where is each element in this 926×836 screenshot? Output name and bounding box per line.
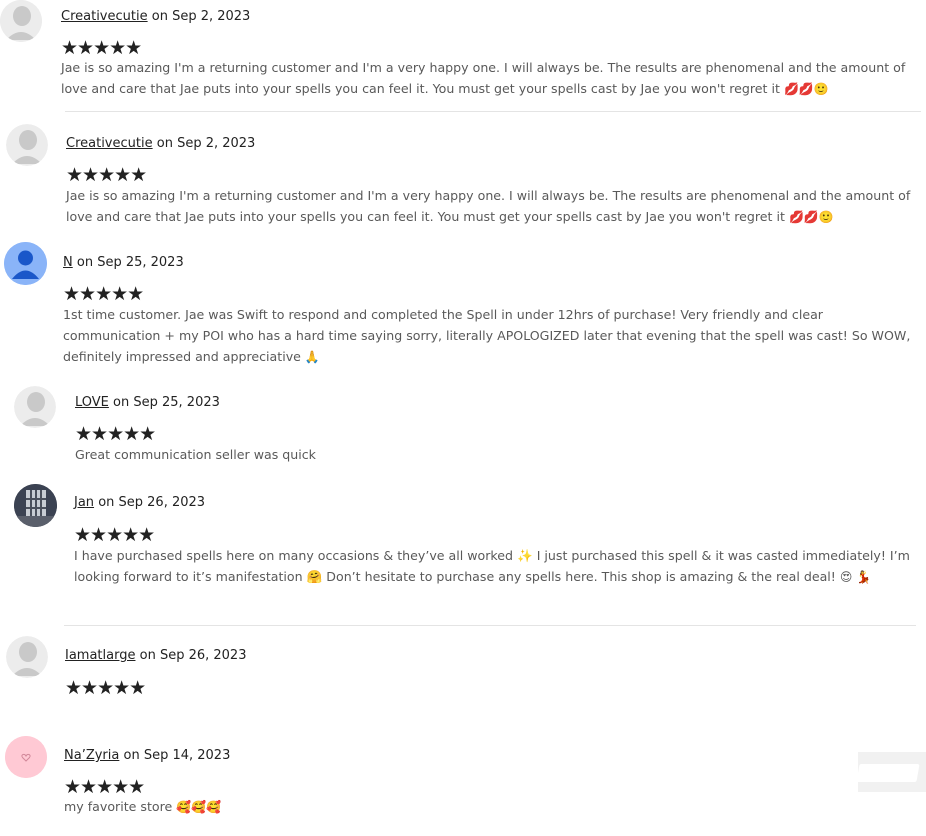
review-body: Jae is so amazing I'm a returning custom… (66, 188, 911, 224)
avatar[interactable] (4, 242, 47, 285)
review-item: Jan on Sep 26, 2023 ★★★★★ I have purchas… (0, 484, 926, 626)
review-item: LOVE on Sep 25, 2023 ★★★★★ Great communi… (0, 386, 926, 466)
review-text: I have purchased spells here on many occ… (74, 545, 916, 588)
photo-avatar-icon (14, 484, 57, 527)
reviewer-name-link[interactable]: Creativecutie (61, 9, 148, 24)
reviewer-name-link[interactable]: Iamatlarge (65, 648, 135, 663)
review-item: Creativecutie on Sep 2, 2023 ★★★★★ Jae i… (0, 124, 926, 234)
review-divider (65, 111, 921, 112)
review-body: Jae is so amazing I'm a returning custom… (61, 60, 906, 96)
review-meta: Creativecutie on Sep 2, 2023 (66, 135, 255, 153)
default-avatar-icon (14, 386, 56, 428)
heart-icon (5, 736, 47, 778)
review-date: on Sep 26, 2023 (98, 495, 206, 510)
reviewer-name-link[interactable]: Creativecutie (66, 136, 153, 151)
avatar[interactable] (6, 124, 48, 166)
review-date: on Sep 26, 2023 (139, 648, 247, 663)
review-emoji: 💋💋🙂 (788, 210, 834, 224)
default-avatar-icon (0, 0, 42, 42)
review-date: on Sep 2, 2023 (151, 9, 251, 24)
review-date: on Sep 14, 2023 (123, 748, 231, 763)
avatar[interactable] (6, 636, 48, 678)
avatar[interactable] (14, 386, 56, 428)
review-date: on Sep 2, 2023 (156, 136, 256, 151)
review-meta: N on Sep 25, 2023 (63, 254, 184, 272)
reviewer-name-link[interactable]: Na’Zyria (64, 748, 119, 763)
redacted-overlay (856, 752, 926, 792)
star-rating: ★★★★★ (61, 37, 142, 59)
review-item: Creativecutie on Sep 2, 2023 ★★★★★ Jae i… (0, 0, 926, 112)
review-meta: Creativecutie on Sep 2, 2023 (61, 8, 250, 26)
review-text: Great communication seller was quick (75, 444, 915, 465)
review-date: on Sep 25, 2023 (113, 395, 220, 410)
star-rating: ★★★★★ (64, 776, 145, 798)
review-meta: Na’Zyria on Sep 14, 2023 (64, 747, 230, 765)
review-text: Jae is so amazing I'm a returning custom… (61, 57, 921, 100)
avatar[interactable] (5, 736, 47, 778)
default-avatar-icon (6, 636, 48, 678)
review-body: my favorite store (64, 799, 173, 814)
review-meta: Jan on Sep 26, 2023 (74, 494, 205, 512)
review-meta: LOVE on Sep 25, 2023 (75, 394, 220, 412)
review-item: N on Sep 25, 2023 ★★★★★ 1st time custome… (0, 242, 926, 372)
star-rating: ★★★★★ (66, 164, 147, 186)
review-body: 1st time customer. Jae was Swift to resp… (63, 307, 911, 364)
star-rating: ★★★★★ (65, 677, 146, 699)
star-rating: ★★★★★ (74, 524, 155, 546)
review-text: 1st time customer. Jae was Swift to resp… (63, 304, 919, 368)
review-body: I have purchased spells here on many occ… (74, 548, 910, 584)
review-emoji: 🥰🥰🥰 (176, 800, 222, 814)
review-meta: Iamatlarge on Sep 26, 2023 (65, 647, 246, 665)
avatar[interactable] (0, 0, 42, 42)
star-rating: ★★★★★ (63, 283, 144, 305)
avatar[interactable] (14, 484, 57, 527)
review-emoji: 😍 💃 (839, 570, 872, 584)
review-date: on Sep 25, 2023 (76, 255, 184, 270)
default-avatar-icon (6, 124, 48, 166)
review-divider (64, 625, 916, 626)
reviewer-name-link[interactable]: Jan (74, 495, 94, 510)
reviewer-name-link[interactable]: LOVE (75, 395, 109, 410)
review-emoji: 💋💋🙂 (783, 82, 829, 96)
star-rating: ★★★★★ (75, 423, 156, 445)
reviewer-name-link[interactable]: N (63, 255, 73, 270)
review-text: Jae is so amazing I'm a returning custom… (66, 185, 922, 228)
review-item: Iamatlarge on Sep 26, 2023 ★★★★★ (0, 636, 926, 716)
review-body: Great communication seller was quick (75, 447, 316, 462)
person-avatar-icon (4, 242, 47, 285)
review-text: my favorite store 🥰🥰🥰 (64, 796, 844, 818)
review-item: Na’Zyria on Sep 14, 2023 ★★★★★ my favori… (0, 736, 926, 836)
review-emoji: 🙏 (304, 350, 320, 364)
